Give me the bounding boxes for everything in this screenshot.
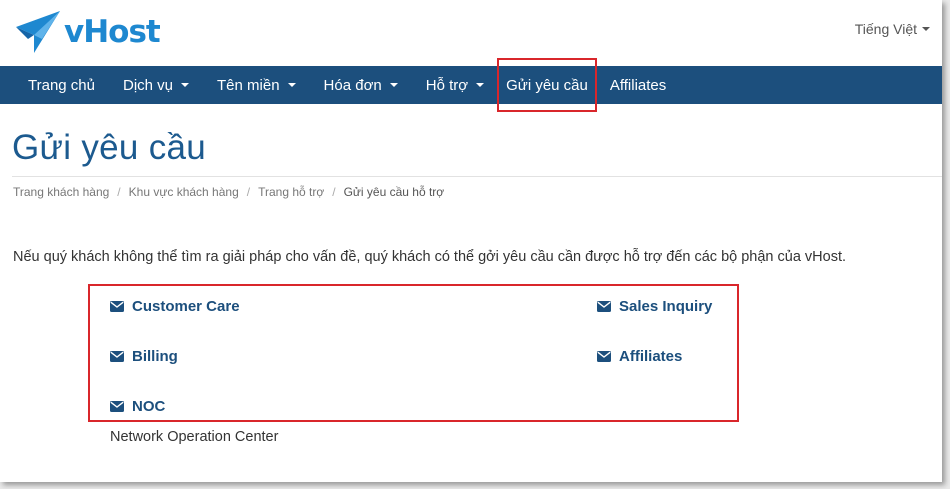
nav-support-label: Hỗ trợ — [425, 76, 469, 94]
envelope-icon — [110, 401, 124, 412]
nav-services-label: Dịch vụ — [122, 76, 174, 94]
chevron-down-icon — [287, 83, 296, 87]
chevron-down-icon — [181, 83, 190, 87]
envelope-icon — [110, 351, 124, 362]
department-noc-label: NOC — [132, 398, 166, 415]
department-billing[interactable]: Billing — [110, 348, 178, 365]
site-header: vHost Tiếng Việt — [0, 0, 942, 66]
page-title: Gửi yêu cầu — [12, 128, 207, 167]
nav-submit-ticket-label: Gửi yêu cầu — [506, 76, 588, 94]
language-selector[interactable]: Tiếng Việt — [855, 21, 930, 37]
chevron-down-icon — [476, 83, 485, 87]
breadcrumb-separator: / — [117, 185, 121, 199]
nav-submit-ticket[interactable]: Gửi yêu cầu — [497, 58, 597, 112]
breadcrumb: Trang khách hàng / Khu vực khách hàng / … — [13, 185, 444, 199]
envelope-icon — [110, 301, 124, 312]
chevron-down-icon — [389, 83, 398, 87]
intro-text: Nếu quý khách không thể tìm ra giải pháp… — [13, 249, 847, 265]
envelope-icon — [597, 351, 611, 362]
department-customer-care-label: Customer Care — [132, 298, 240, 315]
breadcrumb-customer-zone[interactable]: Khu vực khách hàng — [129, 185, 239, 199]
breadcrumb-separator: / — [332, 185, 336, 199]
language-label: Tiếng Việt — [854, 21, 917, 37]
breadcrumb-current: Gửi yêu cầu hỗ trợ — [343, 185, 445, 199]
nav-home[interactable]: Trang chủ — [14, 66, 109, 104]
vhost-logo-icon — [16, 11, 60, 53]
envelope-icon — [597, 301, 611, 312]
nav-domains-label: Tên miền — [217, 76, 280, 94]
department-sales-inquiry-label: Sales Inquiry — [619, 298, 713, 315]
logo-text: vHost — [64, 14, 161, 50]
department-sales-inquiry[interactable]: Sales Inquiry — [597, 298, 712, 315]
department-noc-description: Network Operation Center — [110, 429, 279, 445]
nav-affiliates[interactable]: Affiliates — [596, 66, 680, 104]
department-affiliates[interactable]: Affiliates — [597, 348, 682, 365]
department-customer-care[interactable]: Customer Care — [110, 298, 240, 315]
main-navbar: Trang chủ Dịch vụ Tên miền Hóa đơn Hỗ tr… — [0, 58, 942, 112]
nav-domains[interactable]: Tên miền — [203, 66, 310, 104]
breadcrumb-client-area[interactable]: Trang khách hàng — [13, 185, 109, 199]
browser-page: vHost Tiếng Việt Trang chủ Dịch vụ Tên m… — [0, 0, 942, 482]
chevron-down-icon — [922, 27, 930, 31]
nav-affiliates-label: Affiliates — [609, 76, 667, 94]
department-affiliates-label: Affiliates — [619, 348, 683, 365]
department-billing-label: Billing — [132, 348, 178, 365]
nav-invoices-label: Hóa đơn — [323, 76, 382, 94]
title-divider — [12, 176, 942, 177]
breadcrumb-support[interactable]: Trang hỗ trợ — [258, 185, 324, 199]
department-noc[interactable]: NOC — [110, 398, 165, 415]
nav-invoices[interactable]: Hóa đơn — [310, 66, 412, 104]
nav-support[interactable]: Hỗ trợ — [412, 66, 498, 104]
nav-home-label: Trang chủ — [28, 76, 95, 94]
breadcrumb-separator: / — [246, 185, 251, 199]
vhost-logo[interactable]: vHost — [14, 8, 161, 56]
nav-services[interactable]: Dịch vụ — [109, 66, 203, 104]
